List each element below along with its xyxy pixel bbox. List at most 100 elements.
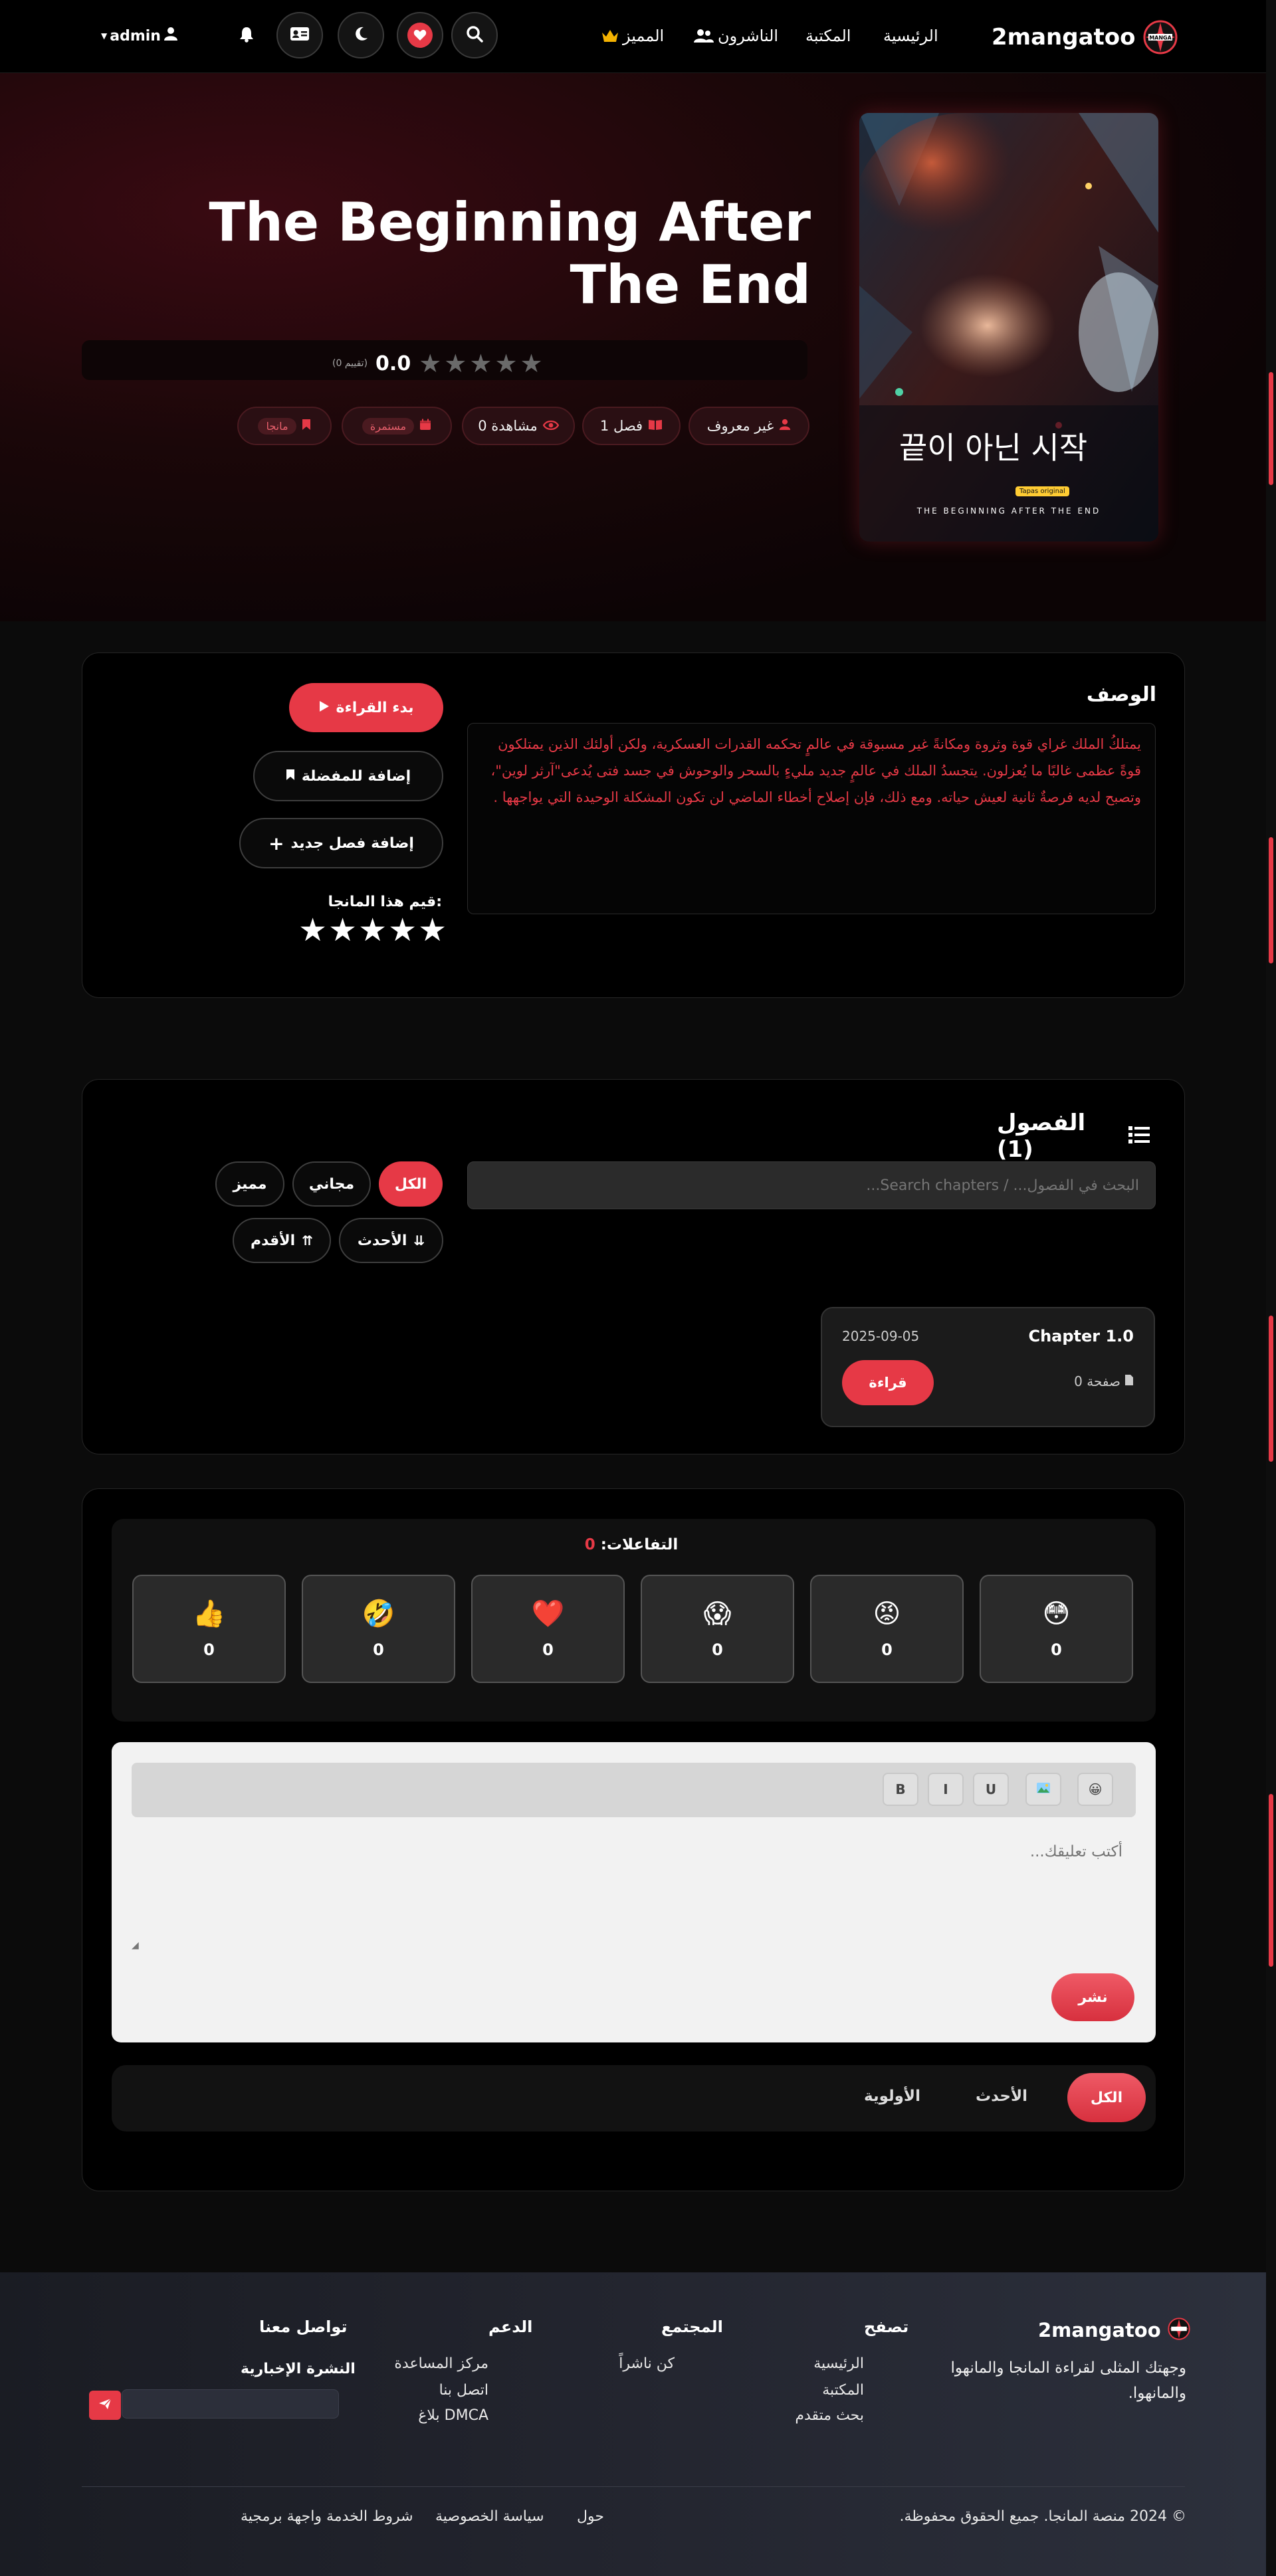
start-reading-label: بدء القراءة bbox=[336, 699, 414, 716]
sort-oldest-button[interactable]: الأقدم ⇈ bbox=[233, 1218, 331, 1263]
footer-link-terms[interactable]: شروط الخدمة واجهة برمجية bbox=[241, 2508, 413, 2525]
sort-newest-label: الأحدث bbox=[357, 1232, 407, 1249]
star-icon[interactable]: ★ bbox=[328, 914, 357, 946]
filter-free-button[interactable]: مجاني bbox=[292, 1161, 371, 1207]
filter-premium-button[interactable]: مميز bbox=[215, 1161, 284, 1207]
chapter-pages-label: 0 صفحة bbox=[1074, 1373, 1120, 1389]
reactions-label: التفاعلات: bbox=[600, 1536, 679, 1553]
footer-link-library[interactable]: المكتبة bbox=[807, 2382, 864, 2399]
chapter-card[interactable]: Chapter 1.0 2025-09-05 0 صفحة قراءة bbox=[821, 1307, 1155, 1427]
nav-link-home[interactable]: الرئيسية bbox=[883, 27, 938, 45]
footer-link-help-center[interactable]: مركز المساعدة bbox=[392, 2355, 488, 2372]
reaction-angry[interactable]: 😡 0 bbox=[810, 1575, 964, 1683]
reaction-rofl[interactable]: 🤣 0 bbox=[302, 1575, 455, 1683]
page-scrollbar[interactable] bbox=[1266, 0, 1276, 2576]
chapter-search-input[interactable] bbox=[467, 1161, 1156, 1209]
emoji-button[interactable]: 😀 bbox=[1077, 1773, 1113, 1806]
tab-priority[interactable]: الأولوية bbox=[864, 2088, 920, 2105]
add-favorite-button[interactable]: إضافة للمفضلة bbox=[253, 751, 443, 801]
footer-link-contact[interactable]: اتصل بنا bbox=[429, 2382, 488, 2399]
star-icon: ★ bbox=[494, 349, 518, 378]
star-icon[interactable]: ★ bbox=[298, 914, 327, 946]
tab-newest[interactable]: الأحدث bbox=[976, 2088, 1027, 2105]
add-chapter-button[interactable]: + إضافة فصل جديد bbox=[239, 818, 443, 868]
footer-link-home[interactable]: الرئيسية bbox=[811, 2355, 864, 2372]
rate-stars[interactable]: ★ ★ ★ ★ ★ bbox=[298, 914, 447, 946]
chapters-pill: 1 فصل bbox=[582, 407, 681, 445]
newsletter-email-input[interactable] bbox=[122, 2389, 339, 2419]
footer-link-become-publisher[interactable]: كن ناشراً bbox=[618, 2355, 675, 2372]
notifications-button[interactable] bbox=[239, 27, 254, 45]
reaction-count: 0 bbox=[712, 1640, 723, 1659]
post-comment-button[interactable]: نشر bbox=[1051, 1973, 1134, 2021]
nav-link-publishers-label: الناشرون bbox=[718, 27, 779, 45]
rating-stars: ★ ★ ★ ★ ★ bbox=[419, 349, 542, 378]
footer-newsletter-heading: النشرة الإخبارية bbox=[241, 2361, 356, 2377]
scrollbar-marker bbox=[1269, 1316, 1273, 1462]
search-button[interactable] bbox=[451, 12, 498, 58]
nav-link-premium[interactable]: المميز bbox=[601, 27, 664, 45]
cover-subtitle: THE BEGINNING AFTER THE END bbox=[916, 506, 1101, 516]
footer-community-heading: المجتمع bbox=[661, 2318, 723, 2336]
footer-tagline: وجهتك المثلى لقراءة المانجا والمانهوا وا… bbox=[950, 2359, 1186, 2402]
footer-link-privacy[interactable]: سياسة الخصوصية bbox=[435, 2508, 544, 2525]
reaction-heart[interactable]: ❤️ 0 bbox=[471, 1575, 625, 1683]
nav-link-publishers[interactable]: الناشرون bbox=[694, 27, 778, 45]
heart-icon: ❤️ bbox=[531, 1598, 565, 1629]
top-navbar: 2mangatoo MANGA الرئيسية المكتبة الناشرو… bbox=[0, 0, 1266, 73]
resize-handle-icon[interactable]: ◢ bbox=[132, 1940, 139, 1951]
star-icon[interactable]: ★ bbox=[358, 914, 387, 946]
star-icon[interactable]: ★ bbox=[388, 914, 417, 946]
italic-button[interactable]: I bbox=[928, 1773, 964, 1806]
author-pill[interactable]: غير معروف bbox=[689, 407, 809, 445]
flushed-face-icon: 😳 bbox=[1042, 1598, 1071, 1629]
tab-all[interactable]: الكل bbox=[1067, 2073, 1146, 2122]
footer-brand[interactable]: 2mangatoo bbox=[1038, 2318, 1190, 2343]
reaction-flushed[interactable]: 😳 0 bbox=[980, 1575, 1133, 1683]
theme-toggle-button[interactable] bbox=[338, 12, 384, 58]
reaction-count: 0 bbox=[203, 1640, 215, 1659]
brand-logo-icon: MANGA bbox=[1143, 20, 1178, 54]
brand-name: 2mangatoo bbox=[992, 24, 1136, 50]
reaction-screaming[interactable]: 😱 0 bbox=[641, 1575, 794, 1683]
favorites-button[interactable] bbox=[397, 12, 443, 58]
search-icon bbox=[466, 25, 483, 45]
filter-all-button[interactable]: الكل bbox=[379, 1161, 443, 1207]
reaction-thumbs-up[interactable]: 👍 0 bbox=[132, 1575, 286, 1683]
chapter-read-button[interactable]: قراءة bbox=[842, 1360, 934, 1405]
nav-link-library[interactable]: المكتبة bbox=[805, 27, 851, 45]
chapter-title: Chapter 1.0 bbox=[1028, 1327, 1134, 1345]
chapter-pages: 0 صفحة bbox=[1074, 1373, 1134, 1389]
footer-browse-heading: تصفح bbox=[864, 2318, 909, 2336]
bold-button[interactable]: B bbox=[883, 1773, 918, 1806]
footer-contact-heading: تواصل معنا bbox=[259, 2318, 348, 2336]
bell-icon bbox=[239, 27, 254, 45]
sort-oldest-label: الأقدم bbox=[251, 1232, 296, 1249]
underline-button[interactable]: U bbox=[973, 1773, 1009, 1806]
id-card-button[interactable] bbox=[276, 12, 323, 58]
comment-textarea[interactable] bbox=[132, 1834, 1136, 1947]
angry-face-icon: 😡 bbox=[873, 1598, 901, 1629]
screaming-face-icon: 😱 bbox=[703, 1598, 732, 1629]
manga-title: The Beginning After The End bbox=[209, 191, 811, 316]
footer-link-advanced-search[interactable]: بحث متقدم bbox=[784, 2407, 864, 2424]
moon-icon bbox=[353, 26, 369, 45]
plus-icon: + bbox=[268, 832, 284, 854]
start-reading-button[interactable]: بدء القراءة bbox=[289, 683, 443, 732]
footer-link-dmca[interactable]: بلاغ DMCA bbox=[405, 2407, 488, 2424]
insert-image-button[interactable] bbox=[1025, 1773, 1061, 1806]
scrollbar-marker bbox=[1269, 1794, 1273, 1967]
star-icon: ★ bbox=[419, 349, 442, 378]
footer-link-about[interactable]: حول bbox=[577, 2508, 604, 2525]
reaction-count: 0 bbox=[881, 1640, 893, 1659]
rating-value: 0.0 bbox=[375, 351, 411, 375]
cover-badge: Tapas original bbox=[1015, 486, 1069, 496]
user-menu[interactable]: ▼ admin bbox=[101, 27, 178, 45]
user-icon bbox=[779, 418, 791, 434]
star-icon[interactable]: ★ bbox=[418, 914, 447, 946]
newsletter-submit-button[interactable] bbox=[89, 2391, 121, 2420]
sort-newest-button[interactable]: الأحدث ⇊ bbox=[339, 1218, 443, 1263]
add-favorite-label: إضافة للمفضلة bbox=[301, 767, 411, 785]
bookmark-icon bbox=[286, 768, 295, 785]
brand-logo[interactable]: 2mangatoo MANGA bbox=[992, 20, 1178, 54]
